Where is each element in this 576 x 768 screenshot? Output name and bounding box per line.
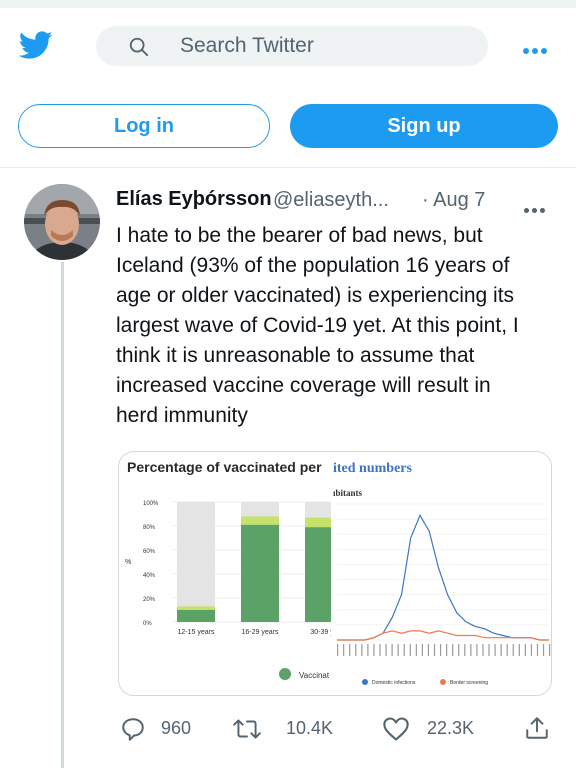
legend-vaccinated-marker [279, 668, 291, 680]
tweet-media[interactable]: Percentage of vaccinated per % 100% 80% 60… [118, 451, 552, 696]
bar-unvaccinated [177, 502, 215, 622]
right-xtick [403, 644, 405, 656]
right-xtick [409, 644, 411, 656]
right-xtick [500, 644, 502, 656]
right-xtick [337, 644, 339, 656]
right-xtick [524, 644, 526, 656]
right-xtick [542, 644, 545, 656]
left-ytick: 0% [143, 621, 152, 627]
header-divider [0, 167, 576, 168]
chart-image: Percentage of vaccinated per % 100% 80% 60… [125, 452, 551, 695]
right-xtick [415, 644, 417, 656]
retweet-count: 10.4K [286, 718, 334, 738]
legend-border-label: Border screening [450, 680, 488, 686]
right-xtick [439, 644, 442, 656]
left-ytick: 60% [143, 549, 156, 555]
left-xtick: 12-15 years [178, 629, 215, 636]
tweet-text: I hate to be the bearer of bad news, but… [116, 224, 519, 427]
signup-button[interactable]: Sign up [290, 104, 558, 148]
like-icon[interactable] [382, 716, 410, 742]
left-ytick: 20% [143, 597, 156, 603]
right-xtick [349, 644, 351, 656]
right-chart-subtitle: ıbitants [333, 488, 363, 498]
author-handle[interactable]: @eliaseyth... [273, 189, 389, 212]
author-name[interactable]: Elías Eyþórsson [116, 188, 272, 211]
avatar-image [24, 184, 100, 260]
right-xtick [421, 644, 423, 656]
left-ytick: 40% [143, 573, 156, 579]
search-icon [129, 37, 149, 57]
right-xtick [470, 644, 472, 656]
right-xtick [343, 644, 345, 656]
top-border [0, 0, 576, 8]
right-xtick [385, 644, 387, 656]
right-xtick [373, 644, 375, 656]
legend-domestic-label: Domestic infections [372, 680, 416, 686]
right-xtick [494, 644, 496, 656]
left-chart-xlabels: 12-15 years 16-29 years 30-39 ye [178, 629, 338, 636]
left-chart-title: Percentage of vaccinated per [127, 459, 322, 475]
bar-vaccinated [241, 524, 279, 622]
legend-vaccinated-label: Vaccinat [299, 671, 330, 680]
retweet-icon[interactable] [232, 716, 262, 742]
left-ytick: 100% [143, 501, 159, 507]
right-xtick [488, 644, 490, 656]
right-xtick [397, 644, 399, 656]
thread-line [61, 262, 64, 768]
more-options-icon[interactable] [523, 41, 553, 54]
right-xtick [446, 644, 448, 656]
reply-count: 960 [161, 718, 192, 738]
login-button[interactable]: Log in [18, 104, 270, 148]
tweet-date[interactable]: · Aug 7 [422, 189, 485, 212]
left-chart-bars [177, 502, 343, 622]
legend-domestic-marker [362, 679, 368, 685]
right-xtick [549, 644, 551, 656]
bar-vaccinated [177, 610, 215, 622]
right-xtick [433, 644, 436, 656]
right-xtick [427, 644, 430, 656]
share-icon[interactable] [524, 715, 550, 741]
like-count: 22.3K [427, 718, 475, 738]
right-xtick [518, 644, 520, 656]
search-input[interactable]: Search Twitter [180, 34, 314, 58]
avatar[interactable] [24, 184, 100, 260]
right-xtick [452, 644, 454, 656]
left-xtick: 16-29 years [242, 629, 279, 636]
legend-border-marker [440, 679, 446, 685]
tweet-more-icon[interactable] [524, 200, 550, 213]
left-ytick: 80% [143, 525, 156, 531]
right-xtick [506, 644, 508, 656]
right-xtick [464, 644, 466, 656]
right-xtick [512, 644, 514, 656]
right-xtick [536, 644, 539, 656]
right-xtick [482, 644, 484, 656]
left-chart-ylabel: % [125, 559, 131, 566]
bar-partial [177, 606, 215, 610]
right-chart-title: ited numbers [333, 461, 413, 476]
right-xtick [458, 644, 460, 656]
right-xtick [391, 644, 393, 656]
left-chart-axis: 100% 80% 60% 40% 20% 0% [143, 501, 331, 627]
bar-partial [241, 516, 279, 525]
right-xtick [530, 644, 533, 656]
right-xtick [355, 644, 357, 656]
right-xtick [379, 644, 381, 656]
reply-icon[interactable] [120, 716, 146, 742]
right-xtick [367, 644, 369, 656]
right-xtick [361, 644, 363, 656]
right-xtick [476, 644, 478, 656]
twitter-bird-icon[interactable] [16, 28, 56, 62]
